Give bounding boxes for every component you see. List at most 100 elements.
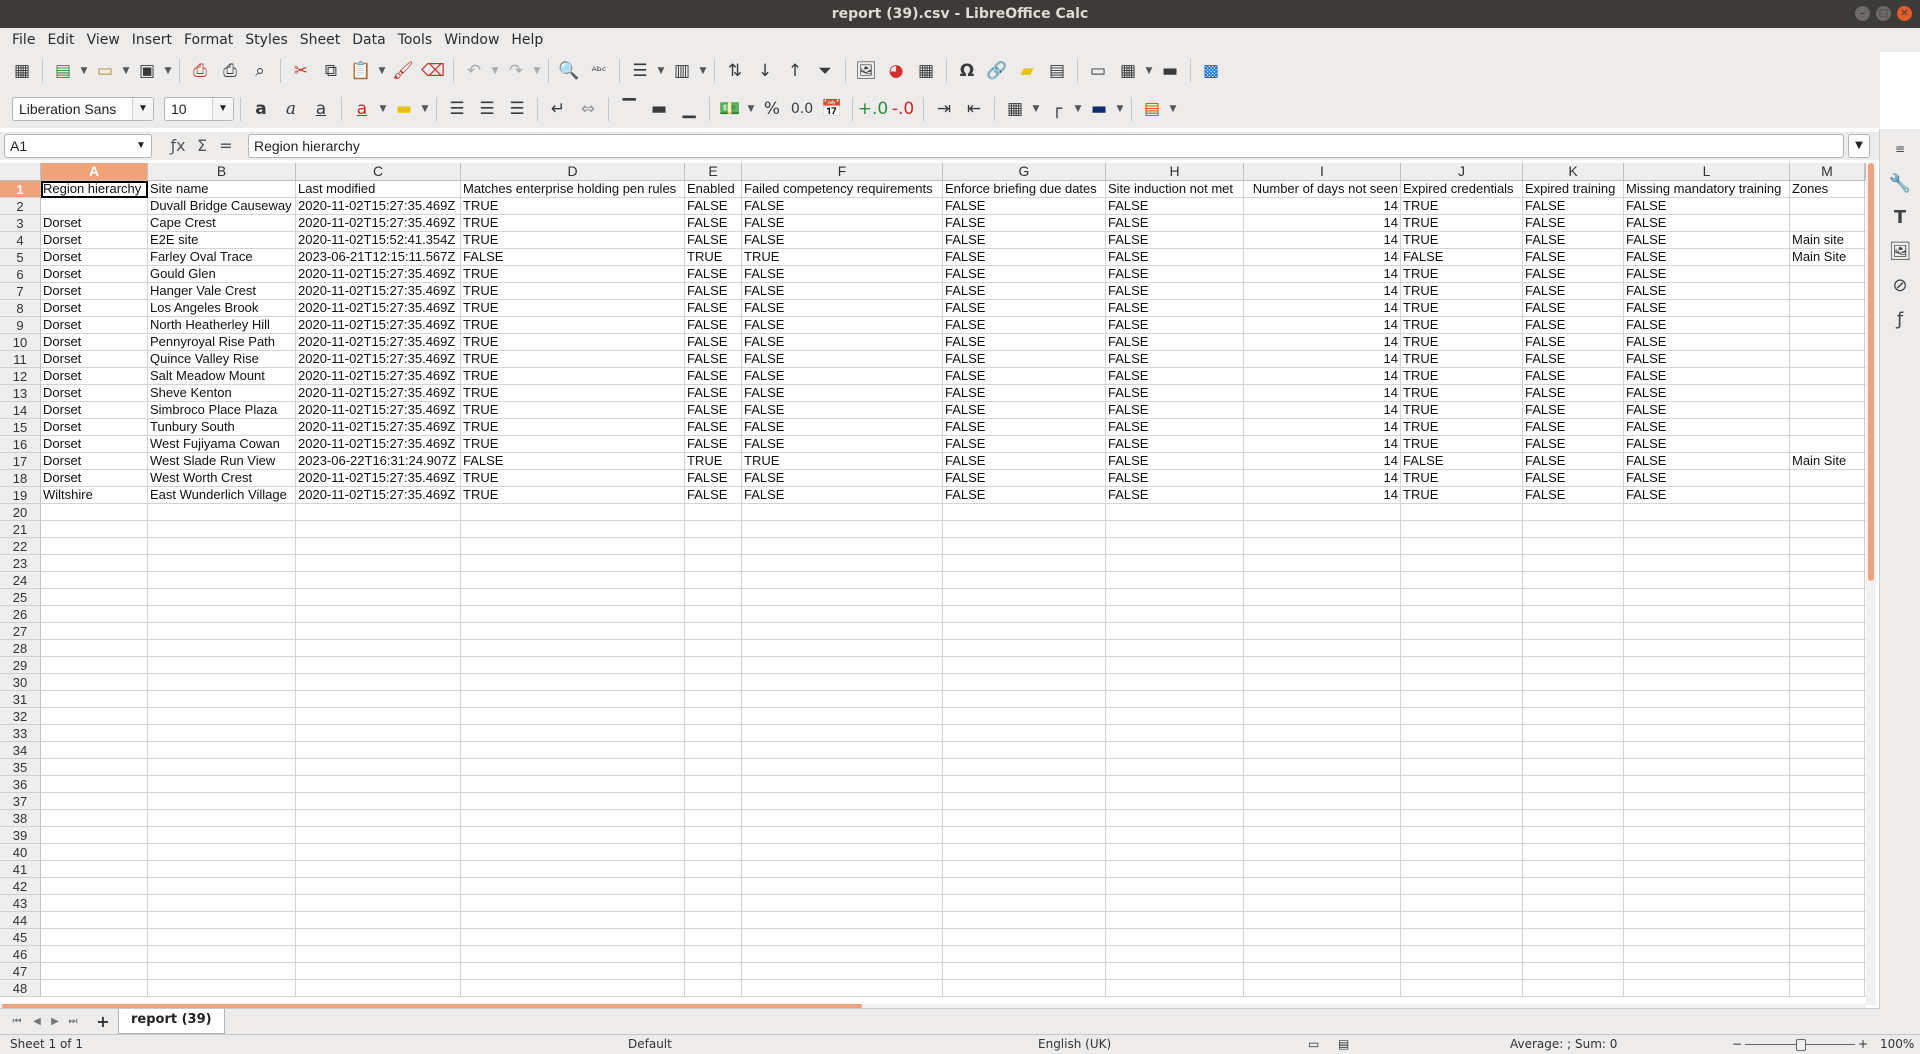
table-cell[interactable] — [685, 895, 742, 912]
align-left-icon[interactable]: ☰ — [443, 95, 471, 123]
row-header[interactable]: 26 — [0, 606, 41, 623]
table-cell[interactable] — [1624, 504, 1790, 521]
table-cell[interactable] — [41, 538, 148, 555]
table-cell[interactable]: FALSE — [943, 215, 1106, 232]
table-cell[interactable]: FALSE — [685, 436, 742, 453]
column-header-m[interactable]: M — [1790, 163, 1865, 181]
table-cell[interactable]: 14 — [1244, 487, 1401, 504]
table-cell[interactable]: 14 — [1244, 436, 1401, 453]
bold-icon[interactable]: a — [247, 95, 275, 123]
table-cell[interactable] — [1790, 963, 1865, 980]
currency-dropdown-icon[interactable]: ▼ — [746, 95, 756, 123]
table-cell[interactable] — [742, 759, 943, 776]
table-cell[interactable] — [461, 980, 685, 997]
table-cell[interactable]: FALSE — [943, 334, 1106, 351]
table-cell[interactable] — [461, 538, 685, 555]
table-cell[interactable] — [1523, 844, 1624, 861]
table-cell[interactable]: 2020-11-02T15:52:41.354Z — [296, 232, 461, 249]
styles-icon[interactable]: T — [1886, 203, 1914, 231]
table-cell[interactable] — [1106, 521, 1244, 538]
table-cell[interactable] — [742, 827, 943, 844]
table-cell[interactable]: Main Site — [1790, 249, 1865, 266]
table-cell[interactable] — [1624, 538, 1790, 555]
table-cell[interactable] — [1401, 606, 1523, 623]
row-header[interactable]: 18 — [0, 470, 41, 487]
table-cell[interactable]: Dorset — [41, 266, 148, 283]
table-cell[interactable]: FALSE — [943, 283, 1106, 300]
table-cell[interactable] — [1106, 708, 1244, 725]
font-color-icon[interactable]: a — [348, 95, 376, 123]
table-cell[interactable] — [1244, 521, 1401, 538]
table-cell[interactable]: FALSE — [742, 317, 943, 334]
row-header[interactable]: 13 — [0, 385, 41, 402]
table-cell[interactable] — [148, 810, 296, 827]
table-cell[interactable] — [1106, 793, 1244, 810]
table-cell[interactable] — [1401, 929, 1523, 946]
table-cell[interactable] — [1523, 827, 1624, 844]
table-cell[interactable] — [1106, 538, 1244, 555]
table-cell[interactable]: FALSE — [1106, 436, 1244, 453]
table-cell[interactable] — [461, 725, 685, 742]
table-cell[interactable] — [1106, 929, 1244, 946]
table-cell[interactable] — [41, 861, 148, 878]
table-cell[interactable] — [1790, 759, 1865, 776]
table-cell[interactable]: FALSE — [943, 436, 1106, 453]
table-cell[interactable] — [296, 742, 461, 759]
table-cell[interactable] — [742, 980, 943, 997]
table-cell[interactable] — [1244, 640, 1401, 657]
header-cell[interactable]: Expired credentials — [1401, 181, 1523, 198]
row-header[interactable]: 15 — [0, 419, 41, 436]
decrease-indent-icon[interactable]: ⇤ — [960, 95, 988, 123]
table-cell[interactable]: FALSE — [685, 283, 742, 300]
table-cell[interactable] — [943, 946, 1106, 963]
table-cell[interactable] — [41, 555, 148, 572]
table-cell[interactable]: 2020-11-02T15:27:35.469Z — [296, 317, 461, 334]
redo-dropdown-icon[interactable]: ▼ — [532, 57, 542, 85]
table-cell[interactable]: FALSE — [1106, 300, 1244, 317]
menu-insert[interactable]: Insert — [126, 32, 178, 48]
table-cell[interactable]: 14 — [1244, 266, 1401, 283]
table-cell[interactable] — [296, 691, 461, 708]
table-cell[interactable] — [1790, 470, 1865, 487]
table-cell[interactable]: FALSE — [742, 487, 943, 504]
table-cell[interactable] — [1790, 708, 1865, 725]
find-replace-icon[interactable]: 🔍 — [555, 57, 583, 85]
table-cell[interactable] — [148, 589, 296, 606]
table-cell[interactable]: FALSE — [685, 317, 742, 334]
row-header[interactable]: 32 — [0, 708, 41, 725]
table-cell[interactable] — [685, 708, 742, 725]
undo-icon[interactable]: ↶ — [460, 57, 488, 85]
column-header-g[interactable]: G — [943, 163, 1106, 181]
special-character-icon[interactable]: Ω — [953, 57, 981, 85]
table-cell[interactable]: TRUE — [461, 402, 685, 419]
table-cell[interactable] — [943, 657, 1106, 674]
maximize-icon[interactable]: □ — [1876, 6, 1891, 21]
table-cell[interactable] — [1523, 640, 1624, 657]
navigator-icon[interactable]: ⊘ — [1886, 271, 1914, 299]
table-cell[interactable]: TRUE — [461, 487, 685, 504]
table-cell[interactable]: Cape Crest — [148, 215, 296, 232]
table-cell[interactable] — [685, 844, 742, 861]
table-cell[interactable] — [1401, 691, 1523, 708]
table-cell[interactable] — [1106, 691, 1244, 708]
font-name-box[interactable]: Liberation Sans ▼ — [12, 97, 154, 121]
menu-styles[interactable]: Styles — [239, 32, 293, 48]
table-cell[interactable]: 14 — [1244, 198, 1401, 215]
row-icon[interactable]: ☰ — [626, 57, 654, 85]
table-cell[interactable] — [943, 572, 1106, 589]
table-cell[interactable]: 14 — [1244, 402, 1401, 419]
table-cell[interactable]: FALSE — [943, 419, 1106, 436]
table-cell[interactable]: FALSE — [685, 215, 742, 232]
table-cell[interactable] — [742, 725, 943, 742]
borders-dropdown-icon[interactable]: ▼ — [1031, 95, 1041, 123]
table-cell[interactable]: FALSE — [1523, 317, 1624, 334]
table-cell[interactable] — [742, 708, 943, 725]
row-header[interactable]: 43 — [0, 895, 41, 912]
table-cell[interactable] — [685, 793, 742, 810]
table-cell[interactable] — [1401, 708, 1523, 725]
table-cell[interactable]: 2023-06-21T12:15:11.567Z — [296, 249, 461, 266]
borders-icon[interactable]: ▦ — [1001, 95, 1029, 123]
row-dropdown-icon[interactable]: ▼ — [656, 57, 666, 85]
table-cell[interactable] — [1790, 538, 1865, 555]
status-language[interactable]: English (UK) — [1038, 1035, 1111, 1054]
